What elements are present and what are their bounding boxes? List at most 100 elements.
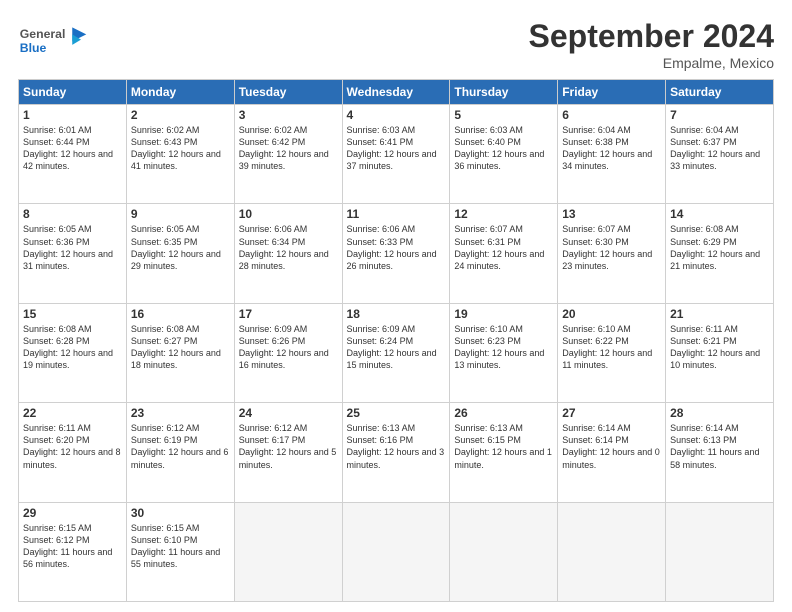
- day-info: Sunrise: 6:12 AMSunset: 6:17 PMDaylight:…: [239, 422, 338, 471]
- day-info: Sunrise: 6:15 AMSunset: 6:12 PMDaylight:…: [23, 522, 122, 571]
- weekday-header-friday: Friday: [558, 80, 666, 105]
- day-info: Sunrise: 6:07 AMSunset: 6:31 PMDaylight:…: [454, 223, 553, 272]
- day-number: 14: [670, 207, 769, 221]
- calendar-cell: 30 Sunrise: 6:15 AMSunset: 6:10 PMDaylig…: [126, 502, 234, 601]
- calendar-cell: 17 Sunrise: 6:09 AMSunset: 6:26 PMDaylig…: [234, 303, 342, 402]
- calendar-cell: 14 Sunrise: 6:08 AMSunset: 6:29 PMDaylig…: [666, 204, 774, 303]
- day-info: Sunrise: 6:06 AMSunset: 6:34 PMDaylight:…: [239, 223, 338, 272]
- calendar-cell: 27 Sunrise: 6:14 AMSunset: 6:14 PMDaylig…: [558, 403, 666, 502]
- day-number: 25: [347, 406, 446, 420]
- day-number: 5: [454, 108, 553, 122]
- day-info: Sunrise: 6:07 AMSunset: 6:30 PMDaylight:…: [562, 223, 661, 272]
- calendar-cell: 10 Sunrise: 6:06 AMSunset: 6:34 PMDaylig…: [234, 204, 342, 303]
- weekday-header-tuesday: Tuesday: [234, 80, 342, 105]
- calendar-cell: [450, 502, 558, 601]
- calendar-cell: 24 Sunrise: 6:12 AMSunset: 6:17 PMDaylig…: [234, 403, 342, 502]
- calendar-cell: [558, 502, 666, 601]
- day-number: 21: [670, 307, 769, 321]
- day-info: Sunrise: 6:09 AMSunset: 6:26 PMDaylight:…: [239, 323, 338, 372]
- day-info: Sunrise: 6:08 AMSunset: 6:27 PMDaylight:…: [131, 323, 230, 372]
- day-number: 28: [670, 406, 769, 420]
- day-number: 19: [454, 307, 553, 321]
- weekday-header-saturday: Saturday: [666, 80, 774, 105]
- day-number: 30: [131, 506, 230, 520]
- calendar-cell: [234, 502, 342, 601]
- week-row-2: 8 Sunrise: 6:05 AMSunset: 6:36 PMDayligh…: [19, 204, 774, 303]
- day-info: Sunrise: 6:05 AMSunset: 6:35 PMDaylight:…: [131, 223, 230, 272]
- month-title: September 2024: [529, 18, 774, 55]
- subtitle: Empalme, Mexico: [529, 55, 774, 71]
- calendar-cell: 18 Sunrise: 6:09 AMSunset: 6:24 PMDaylig…: [342, 303, 450, 402]
- day-info: Sunrise: 6:08 AMSunset: 6:29 PMDaylight:…: [670, 223, 769, 272]
- day-info: Sunrise: 6:10 AMSunset: 6:23 PMDaylight:…: [454, 323, 553, 372]
- day-info: Sunrise: 6:05 AMSunset: 6:36 PMDaylight:…: [23, 223, 122, 272]
- day-info: Sunrise: 6:13 AMSunset: 6:16 PMDaylight:…: [347, 422, 446, 471]
- logo-svg: General Blue: [18, 18, 88, 63]
- day-number: 22: [23, 406, 122, 420]
- calendar-cell: 9 Sunrise: 6:05 AMSunset: 6:35 PMDayligh…: [126, 204, 234, 303]
- day-number: 4: [347, 108, 446, 122]
- day-number: 11: [347, 207, 446, 221]
- day-info: Sunrise: 6:14 AMSunset: 6:13 PMDaylight:…: [670, 422, 769, 471]
- calendar-cell: 20 Sunrise: 6:10 AMSunset: 6:22 PMDaylig…: [558, 303, 666, 402]
- header: General Blue September 2024 Empalme, Mex…: [18, 18, 774, 71]
- calendar-cell: 12 Sunrise: 6:07 AMSunset: 6:31 PMDaylig…: [450, 204, 558, 303]
- day-number: 18: [347, 307, 446, 321]
- day-number: 29: [23, 506, 122, 520]
- calendar-cell: 3 Sunrise: 6:02 AMSunset: 6:42 PMDayligh…: [234, 105, 342, 204]
- weekday-header-sunday: Sunday: [19, 80, 127, 105]
- calendar-cell: 2 Sunrise: 6:02 AMSunset: 6:43 PMDayligh…: [126, 105, 234, 204]
- day-number: 16: [131, 307, 230, 321]
- calendar-cell: 26 Sunrise: 6:13 AMSunset: 6:15 PMDaylig…: [450, 403, 558, 502]
- calendar-cell: 5 Sunrise: 6:03 AMSunset: 6:40 PMDayligh…: [450, 105, 558, 204]
- calendar-table: SundayMondayTuesdayWednesdayThursdayFrid…: [18, 79, 774, 602]
- day-number: 26: [454, 406, 553, 420]
- calendar-cell: 22 Sunrise: 6:11 AMSunset: 6:20 PMDaylig…: [19, 403, 127, 502]
- weekday-header-monday: Monday: [126, 80, 234, 105]
- calendar-cell: 13 Sunrise: 6:07 AMSunset: 6:30 PMDaylig…: [558, 204, 666, 303]
- day-info: Sunrise: 6:12 AMSunset: 6:19 PMDaylight:…: [131, 422, 230, 471]
- day-info: Sunrise: 6:08 AMSunset: 6:28 PMDaylight:…: [23, 323, 122, 372]
- week-row-5: 29 Sunrise: 6:15 AMSunset: 6:12 PMDaylig…: [19, 502, 774, 601]
- day-info: Sunrise: 6:11 AMSunset: 6:21 PMDaylight:…: [670, 323, 769, 372]
- day-info: Sunrise: 6:02 AMSunset: 6:43 PMDaylight:…: [131, 124, 230, 173]
- day-number: 8: [23, 207, 122, 221]
- svg-text:General: General: [20, 27, 66, 41]
- day-info: Sunrise: 6:14 AMSunset: 6:14 PMDaylight:…: [562, 422, 661, 471]
- calendar-cell: 15 Sunrise: 6:08 AMSunset: 6:28 PMDaylig…: [19, 303, 127, 402]
- logo: General Blue: [18, 18, 88, 63]
- calendar-cell: 19 Sunrise: 6:10 AMSunset: 6:23 PMDaylig…: [450, 303, 558, 402]
- day-number: 13: [562, 207, 661, 221]
- calendar-cell: 23 Sunrise: 6:12 AMSunset: 6:19 PMDaylig…: [126, 403, 234, 502]
- day-info: Sunrise: 6:11 AMSunset: 6:20 PMDaylight:…: [23, 422, 122, 471]
- week-row-1: 1 Sunrise: 6:01 AMSunset: 6:44 PMDayligh…: [19, 105, 774, 204]
- calendar-cell: [342, 502, 450, 601]
- calendar-cell: [666, 502, 774, 601]
- calendar-cell: 4 Sunrise: 6:03 AMSunset: 6:41 PMDayligh…: [342, 105, 450, 204]
- calendar-cell: 7 Sunrise: 6:04 AMSunset: 6:37 PMDayligh…: [666, 105, 774, 204]
- calendar-cell: 6 Sunrise: 6:04 AMSunset: 6:38 PMDayligh…: [558, 105, 666, 204]
- day-info: Sunrise: 6:04 AMSunset: 6:37 PMDaylight:…: [670, 124, 769, 173]
- day-info: Sunrise: 6:09 AMSunset: 6:24 PMDaylight:…: [347, 323, 446, 372]
- day-info: Sunrise: 6:03 AMSunset: 6:40 PMDaylight:…: [454, 124, 553, 173]
- day-info: Sunrise: 6:13 AMSunset: 6:15 PMDaylight:…: [454, 422, 553, 471]
- calendar-cell: 21 Sunrise: 6:11 AMSunset: 6:21 PMDaylig…: [666, 303, 774, 402]
- weekday-header-wednesday: Wednesday: [342, 80, 450, 105]
- day-number: 27: [562, 406, 661, 420]
- calendar-cell: 25 Sunrise: 6:13 AMSunset: 6:16 PMDaylig…: [342, 403, 450, 502]
- title-block: September 2024 Empalme, Mexico: [529, 18, 774, 71]
- page: General Blue September 2024 Empalme, Mex…: [0, 0, 792, 612]
- day-number: 12: [454, 207, 553, 221]
- day-number: 7: [670, 108, 769, 122]
- day-number: 23: [131, 406, 230, 420]
- calendar-cell: 16 Sunrise: 6:08 AMSunset: 6:27 PMDaylig…: [126, 303, 234, 402]
- day-info: Sunrise: 6:02 AMSunset: 6:42 PMDaylight:…: [239, 124, 338, 173]
- svg-text:Blue: Blue: [20, 41, 47, 55]
- weekday-header-thursday: Thursday: [450, 80, 558, 105]
- day-number: 15: [23, 307, 122, 321]
- day-number: 10: [239, 207, 338, 221]
- day-number: 17: [239, 307, 338, 321]
- day-info: Sunrise: 6:06 AMSunset: 6:33 PMDaylight:…: [347, 223, 446, 272]
- day-info: Sunrise: 6:10 AMSunset: 6:22 PMDaylight:…: [562, 323, 661, 372]
- calendar-cell: 29 Sunrise: 6:15 AMSunset: 6:12 PMDaylig…: [19, 502, 127, 601]
